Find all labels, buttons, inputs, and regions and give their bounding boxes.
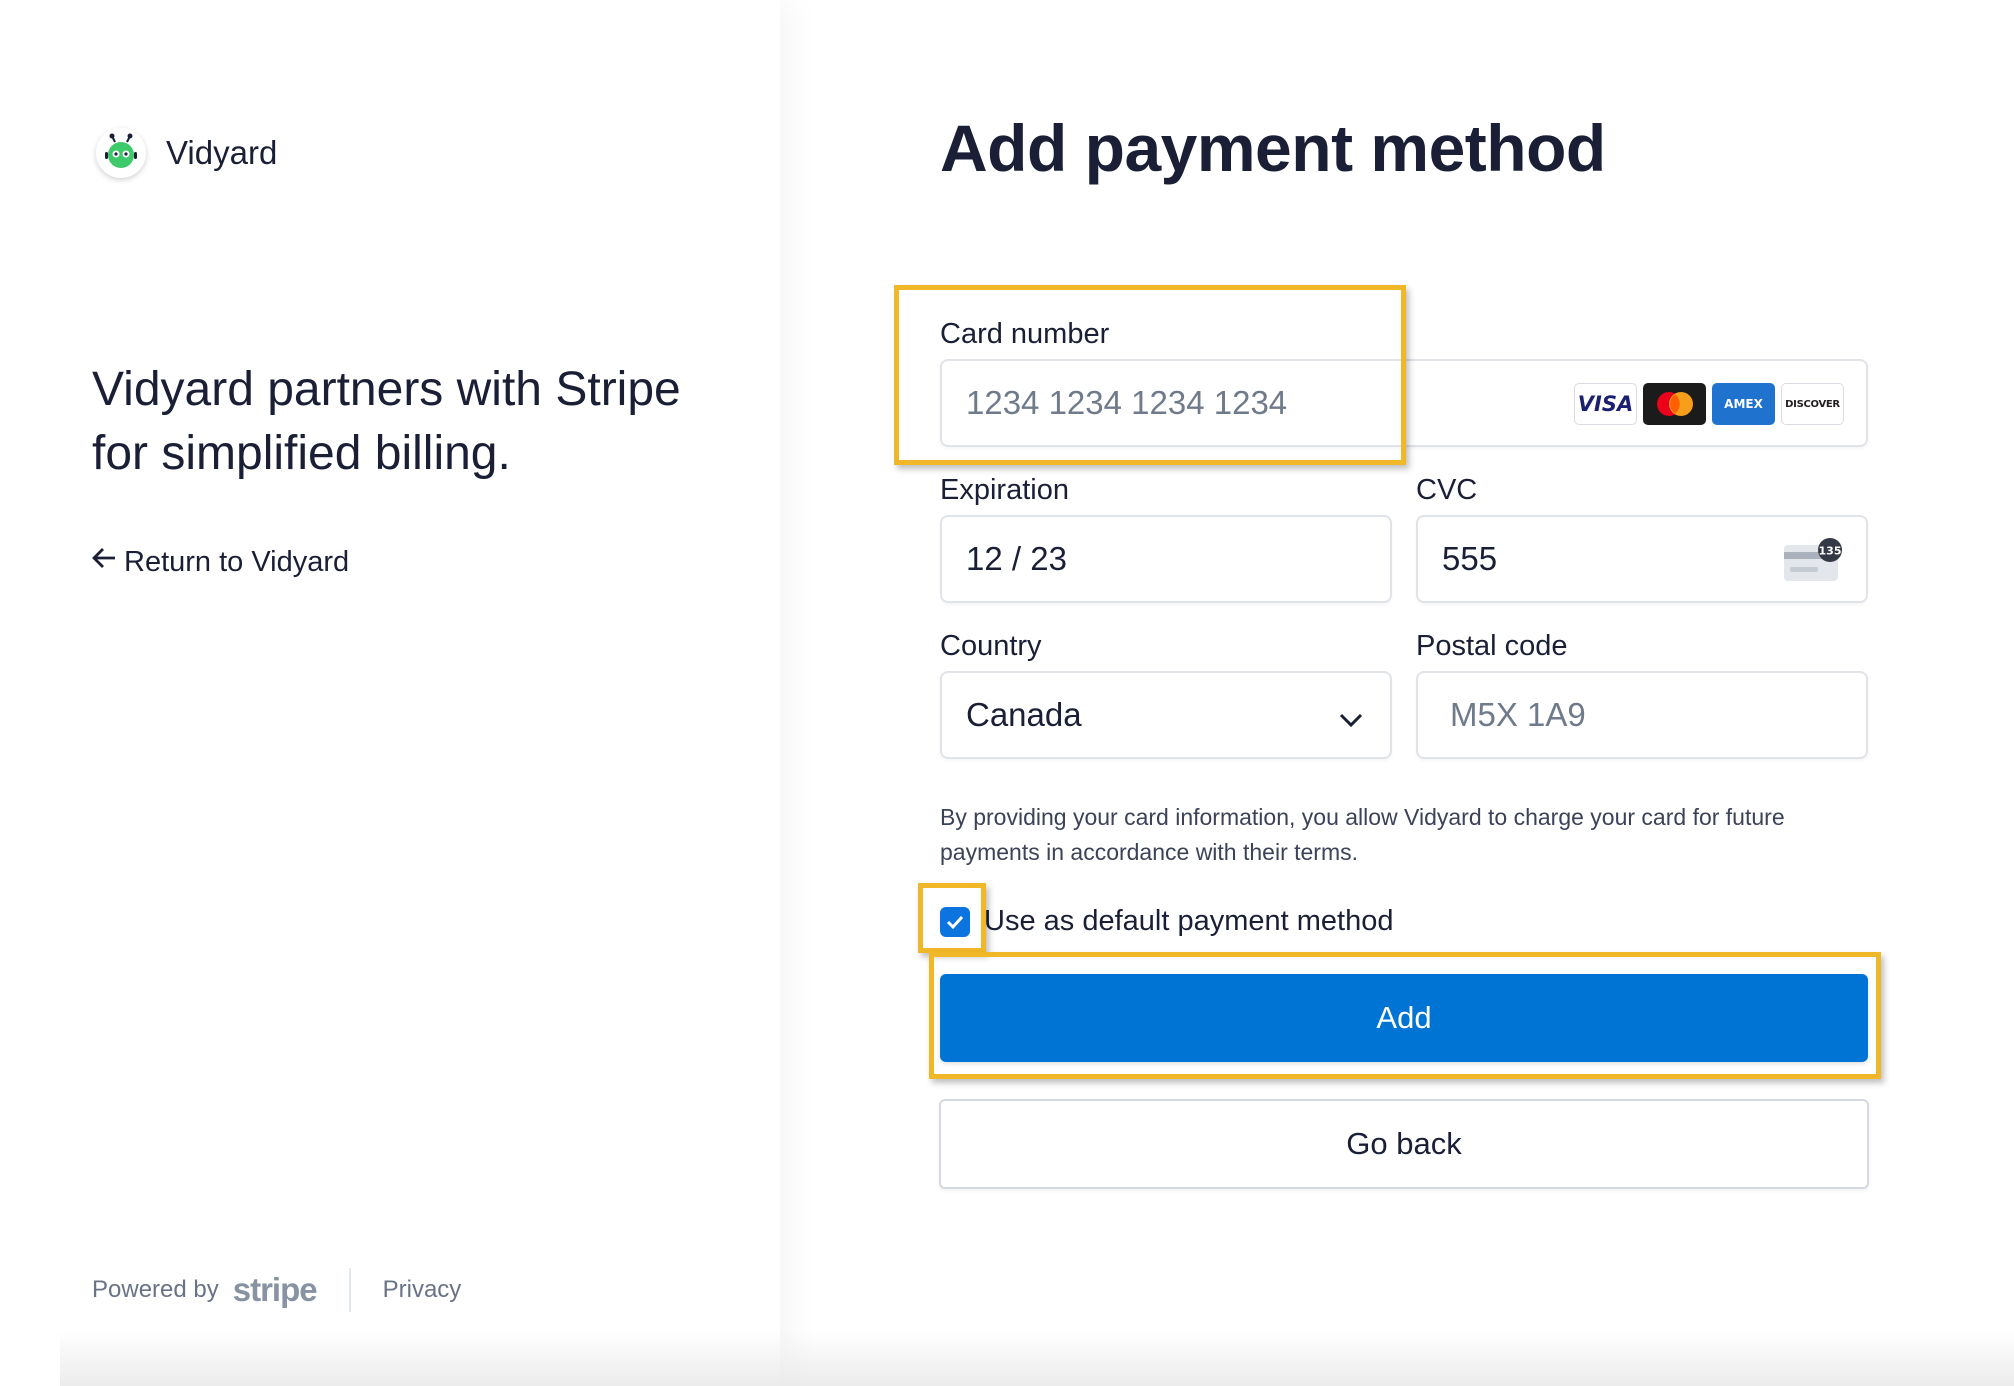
- vidyard-logo-icon: [96, 128, 146, 178]
- amex-icon: AMEX: [1712, 383, 1775, 425]
- checkmark-icon: [946, 915, 964, 930]
- tagline: Vidyard partners with Stripe for simplif…: [92, 363, 681, 480]
- expiration-input[interactable]: 12 / 23: [940, 515, 1392, 603]
- country-label: Country: [940, 630, 1042, 662]
- cvc-value: 555: [1442, 540, 1498, 577]
- postal-code-label: Postal code: [1416, 630, 1568, 662]
- powered-by-label: Powered by: [92, 1276, 219, 1303]
- expiration-label: Expiration: [940, 474, 1069, 506]
- card-brand-icons: VISA AMEX DISCOVER: [1574, 383, 1844, 425]
- visa-icon: VISA: [1574, 383, 1637, 425]
- card-number-placeholder: 1234 1234 1234 1234: [966, 384, 1288, 421]
- footer-divider: [348, 1268, 351, 1312]
- postal-code-input[interactable]: M5X 1A9: [1416, 671, 1868, 759]
- country-select[interactable]: Canada: [940, 671, 1392, 759]
- bottom-fade: [60, 1330, 2014, 1386]
- amex-label: AMEX: [1724, 396, 1763, 411]
- card-number-input[interactable]: 1234 1234 1234 1234 VISA AMEX DISCOVER: [940, 359, 1868, 447]
- return-link-label: Return to Vidyard: [124, 545, 350, 578]
- arrow-left-icon: [90, 544, 124, 580]
- discover-icon: DISCOVER: [1781, 383, 1844, 425]
- cvc-label: CVC: [1416, 474, 1478, 506]
- cvc-input[interactable]: 555 135: [1416, 515, 1868, 603]
- brand-panel: Vidyard Vidyard partners with Stripe for…: [0, 0, 780, 1386]
- page-title: Add payment method: [940, 111, 1606, 185]
- brand: Vidyard: [96, 128, 277, 178]
- footer: Powered by stripe Privacy: [92, 1268, 461, 1312]
- mastercard-icon: [1643, 383, 1706, 425]
- default-payment-checkbox[interactable]: [940, 907, 970, 937]
- add-button[interactable]: Add: [940, 974, 1868, 1062]
- card-cvc-icon: 135: [1782, 537, 1844, 591]
- return-to-vidyard-link[interactable]: Return to Vidyard: [90, 544, 349, 580]
- cvc-badge-text: 135: [1819, 545, 1842, 558]
- chevron-down-icon: [1338, 703, 1364, 741]
- country-value: Canada: [966, 696, 1082, 733]
- default-payment-label[interactable]: Use as default payment method: [984, 905, 1393, 938]
- brand-name: Vidyard: [166, 134, 278, 171]
- expiration-value: 12 / 23: [966, 540, 1067, 577]
- card-number-label: Card number: [940, 318, 1110, 350]
- stripe-logo[interactable]: stripe: [233, 1271, 318, 1309]
- postal-code-placeholder: M5X 1A9: [1450, 696, 1586, 733]
- consent-text: By providing your card information, you …: [940, 804, 1785, 865]
- privacy-link[interactable]: Privacy: [383, 1276, 462, 1304]
- go-back-button[interactable]: Go back: [939, 1099, 1869, 1189]
